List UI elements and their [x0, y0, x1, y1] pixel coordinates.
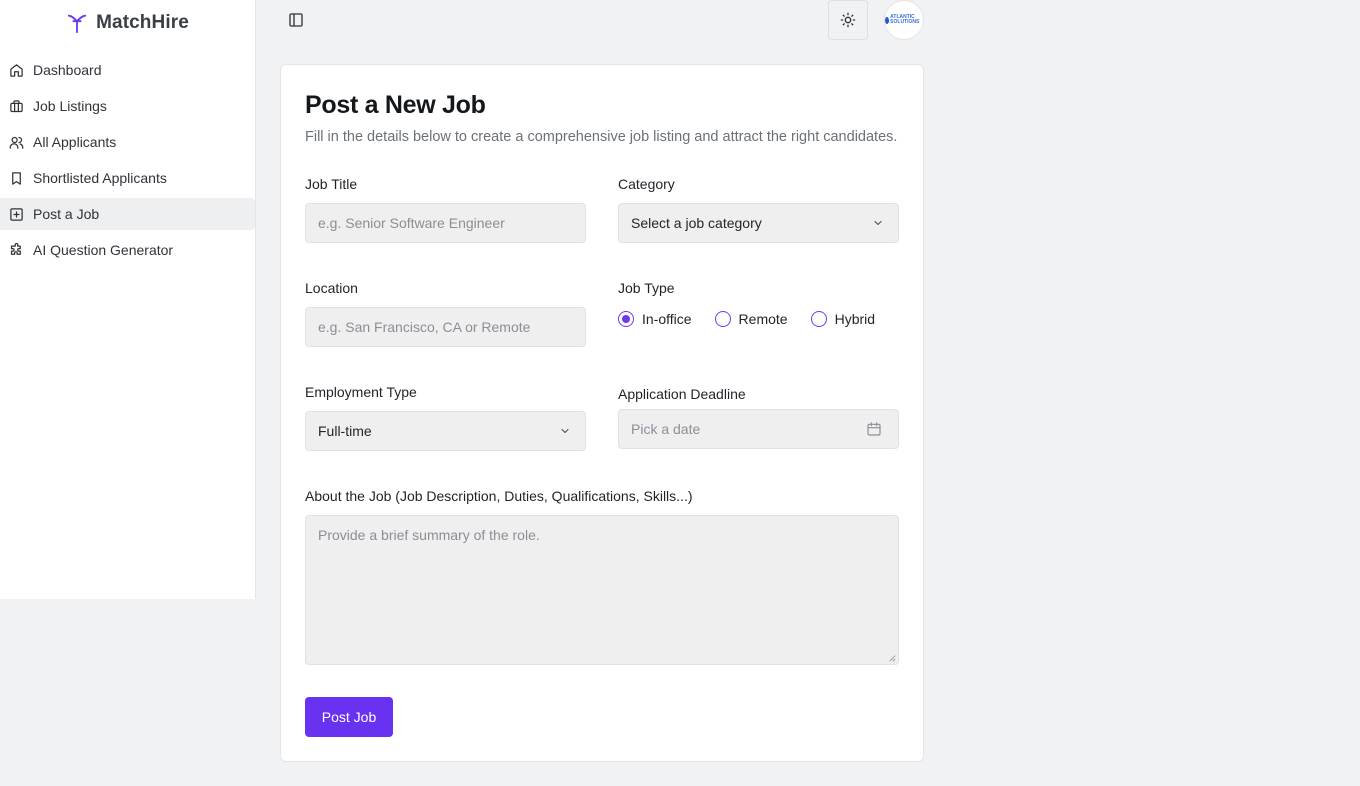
job-type-label: Job Type [618, 280, 675, 296]
sidebar-toggle-icon[interactable] [288, 12, 304, 28]
radio-button[interactable] [810, 311, 827, 327]
category-label: Category [618, 176, 675, 192]
job-type-radio-group: In-office Remote Hybrid [618, 311, 875, 327]
sidebar-item-shortlisted-applicants[interactable]: Shortlisted Applicants [0, 162, 255, 194]
sidebar-item-job-listings[interactable]: Job Listings [0, 90, 255, 122]
page-title: Post a New Job [305, 91, 486, 119]
brand-name: MatchHire [96, 12, 189, 33]
page-subtitle: Fill in the details below to create a co… [305, 129, 898, 145]
radio-button[interactable] [714, 311, 731, 327]
bookmark-icon [12, 171, 21, 185]
calendar-icon [867, 422, 881, 436]
sidebar-item-all-applicants[interactable]: All Applicants [0, 126, 255, 158]
application-deadline-label: Application Deadline [618, 386, 746, 402]
employment-type-select[interactable]: Full-time [305, 411, 586, 451]
sidebar-item-dashboard[interactable]: Dashboard [0, 54, 255, 86]
sidebar-nav: Dashboard Job Listings All Applicants Sh… [0, 54, 255, 266]
deadline-placeholder: Pick a date [631, 421, 701, 437]
location-input[interactable]: e.g. San Francisco, CA or Remote [305, 307, 586, 347]
chevron-down-icon [874, 220, 882, 226]
job-title-placeholder: e.g. Senior Software Engineer [318, 215, 505, 231]
sun-icon [840, 12, 856, 28]
radio-label: Hybrid [834, 311, 876, 327]
job-type-option-in-office[interactable]: In-office [618, 311, 692, 327]
job-title-input[interactable]: e.g. Senior Software Engineer [305, 203, 586, 243]
category-select[interactable]: Select a job category [618, 203, 899, 243]
puzzle-icon [10, 242, 21, 255]
sidebar-item-label: All Applicants [33, 134, 117, 150]
application-deadline-date-picker[interactable]: Pick a date [618, 409, 899, 449]
post-job-card: Post a New Job Fill in the details below… [280, 64, 924, 762]
home-icon [10, 63, 23, 77]
sidebar-item-post-a-job[interactable]: Post a Job [0, 198, 255, 230]
brand[interactable]: MatchHire [0, 0, 255, 46]
sidebar-item-label: Job Listings [33, 98, 107, 114]
employment-type-selected-value: Full-time [318, 423, 372, 439]
chevron-down-icon [561, 428, 569, 434]
category-selected-value: Select a job category [631, 215, 762, 231]
radio-label: In-office [642, 311, 692, 327]
radio-button[interactable] [618, 311, 634, 327]
avatar-logo-text: ATLANTIC SOLUTIONS [890, 14, 920, 25]
radio-label: Remote [738, 311, 788, 327]
avatar[interactable]: ATLANTIC SOLUTIONS [884, 0, 924, 40]
theme-toggle-button[interactable] [828, 0, 868, 40]
brand-logo-icon [67, 14, 87, 34]
job-title-label: Job Title [305, 176, 358, 192]
sidebar-item-label: Post a Job [33, 206, 100, 222]
about-job-placeholder: Provide a brief summary of the role. [318, 527, 540, 543]
sidebar-item-label: Dashboard [33, 62, 102, 78]
avatar-logo-mark [885, 16, 890, 24]
post-job-button[interactable]: Post Job [305, 697, 393, 737]
about-job-label: About the Job (Job Description, Duties, … [305, 488, 693, 504]
employment-type-label: Employment Type [305, 384, 417, 400]
plus-square-icon [10, 207, 23, 221]
sidebar-item-label: Shortlisted Applicants [33, 170, 167, 186]
about-job-textarea[interactable]: Provide a brief summary of the role. [305, 515, 899, 665]
sidebar-item-label: AI Question Generator [33, 242, 174, 258]
job-type-option-hybrid[interactable]: Hybrid [810, 311, 876, 327]
users-icon [9, 136, 24, 149]
location-placeholder: e.g. San Francisco, CA or Remote [318, 319, 531, 335]
resize-grip-icon[interactable] [888, 654, 896, 662]
location-label: Location [305, 280, 358, 296]
briefcase-icon [10, 99, 23, 112]
job-type-option-remote[interactable]: Remote [714, 311, 788, 327]
sidebar-item-ai-question-generator[interactable]: AI Question Generator [0, 234, 255, 266]
sidebar: MatchHire Dashboard Job Listings All App… [0, 0, 256, 599]
